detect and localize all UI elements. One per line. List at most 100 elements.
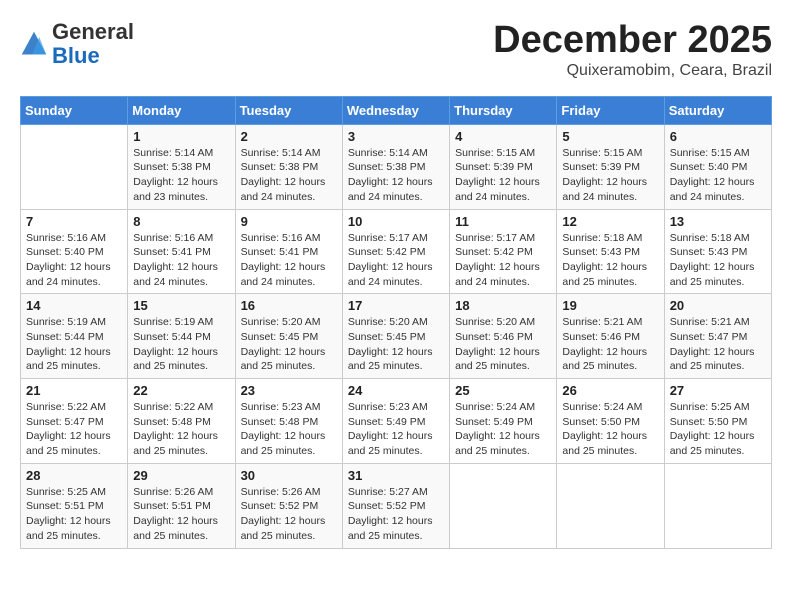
calendar-cell: 17 Sunrise: 5:20 AM Sunset: 5:45 PM Dayl… xyxy=(342,294,449,379)
cell-info: Sunrise: 5:17 AM Sunset: 5:42 PM Dayligh… xyxy=(455,231,551,290)
daylight-text: Daylight: 12 hours and 24 minutes. xyxy=(133,261,218,288)
calendar-cell: 24 Sunrise: 5:23 AM Sunset: 5:49 PM Dayl… xyxy=(342,379,449,464)
calendar-cell: 26 Sunrise: 5:24 AM Sunset: 5:50 PM Dayl… xyxy=(557,379,664,464)
calendar-cell: 23 Sunrise: 5:23 AM Sunset: 5:48 PM Dayl… xyxy=(235,379,342,464)
daylight-text: Daylight: 12 hours and 24 minutes. xyxy=(455,176,540,203)
day-number: 22 xyxy=(133,383,229,398)
daylight-text: Daylight: 12 hours and 25 minutes. xyxy=(348,346,433,373)
header-thursday: Thursday xyxy=(450,96,557,124)
cell-info: Sunrise: 5:22 AM Sunset: 5:47 PM Dayligh… xyxy=(26,400,122,459)
day-number: 21 xyxy=(26,383,122,398)
cell-info: Sunrise: 5:21 AM Sunset: 5:47 PM Dayligh… xyxy=(670,315,766,374)
daylight-text: Daylight: 12 hours and 24 minutes. xyxy=(348,261,433,288)
page-header: General Blue December 2025 Quixeramobim,… xyxy=(20,20,772,80)
calendar-cell xyxy=(450,463,557,548)
day-number: 8 xyxy=(133,214,229,229)
calendar-week-5: 28 Sunrise: 5:25 AM Sunset: 5:51 PM Dayl… xyxy=(21,463,772,548)
location-subtitle: Quixeramobim, Ceara, Brazil xyxy=(493,62,772,80)
sunrise-text: Sunrise: 5:21 AM xyxy=(670,316,750,328)
calendar-cell: 13 Sunrise: 5:18 AM Sunset: 5:43 PM Dayl… xyxy=(664,209,771,294)
calendar-cell: 28 Sunrise: 5:25 AM Sunset: 5:51 PM Dayl… xyxy=(21,463,128,548)
sunrise-text: Sunrise: 5:15 AM xyxy=(455,147,535,159)
daylight-text: Daylight: 12 hours and 25 minutes. xyxy=(133,430,218,457)
sunrise-text: Sunrise: 5:24 AM xyxy=(562,401,642,413)
daylight-text: Daylight: 12 hours and 24 minutes. xyxy=(348,176,433,203)
daylight-text: Daylight: 12 hours and 25 minutes. xyxy=(348,515,433,542)
logo-icon xyxy=(20,30,48,58)
sunrise-text: Sunrise: 5:24 AM xyxy=(455,401,535,413)
sunset-text: Sunset: 5:43 PM xyxy=(562,246,640,258)
sunset-text: Sunset: 5:41 PM xyxy=(133,246,211,258)
daylight-text: Daylight: 12 hours and 25 minutes. xyxy=(455,430,540,457)
cell-info: Sunrise: 5:22 AM Sunset: 5:48 PM Dayligh… xyxy=(133,400,229,459)
sunrise-text: Sunrise: 5:27 AM xyxy=(348,486,428,498)
daylight-text: Daylight: 12 hours and 25 minutes. xyxy=(670,430,755,457)
day-number: 7 xyxy=(26,214,122,229)
sunset-text: Sunset: 5:51 PM xyxy=(133,500,211,512)
calendar-week-2: 7 Sunrise: 5:16 AM Sunset: 5:40 PM Dayli… xyxy=(21,209,772,294)
sunset-text: Sunset: 5:39 PM xyxy=(455,161,533,173)
cell-info: Sunrise: 5:17 AM Sunset: 5:42 PM Dayligh… xyxy=(348,231,444,290)
cell-info: Sunrise: 5:24 AM Sunset: 5:50 PM Dayligh… xyxy=(562,400,658,459)
day-number: 9 xyxy=(241,214,337,229)
sunrise-text: Sunrise: 5:25 AM xyxy=(670,401,750,413)
day-number: 30 xyxy=(241,468,337,483)
cell-info: Sunrise: 5:27 AM Sunset: 5:52 PM Dayligh… xyxy=(348,485,444,544)
day-number: 12 xyxy=(562,214,658,229)
calendar-cell: 25 Sunrise: 5:24 AM Sunset: 5:49 PM Dayl… xyxy=(450,379,557,464)
cell-info: Sunrise: 5:19 AM Sunset: 5:44 PM Dayligh… xyxy=(26,315,122,374)
calendar-cell: 7 Sunrise: 5:16 AM Sunset: 5:40 PM Dayli… xyxy=(21,209,128,294)
daylight-text: Daylight: 12 hours and 24 minutes. xyxy=(241,176,326,203)
day-number: 20 xyxy=(670,298,766,313)
sunrise-text: Sunrise: 5:18 AM xyxy=(562,232,642,244)
daylight-text: Daylight: 12 hours and 25 minutes. xyxy=(670,261,755,288)
calendar-cell: 15 Sunrise: 5:19 AM Sunset: 5:44 PM Dayl… xyxy=(128,294,235,379)
calendar-week-4: 21 Sunrise: 5:22 AM Sunset: 5:47 PM Dayl… xyxy=(21,379,772,464)
sunset-text: Sunset: 5:48 PM xyxy=(241,416,319,428)
cell-info: Sunrise: 5:21 AM Sunset: 5:46 PM Dayligh… xyxy=(562,315,658,374)
sunset-text: Sunset: 5:44 PM xyxy=(133,331,211,343)
cell-info: Sunrise: 5:14 AM Sunset: 5:38 PM Dayligh… xyxy=(348,146,444,205)
sunset-text: Sunset: 5:40 PM xyxy=(26,246,104,258)
day-number: 10 xyxy=(348,214,444,229)
calendar-cell: 6 Sunrise: 5:15 AM Sunset: 5:40 PM Dayli… xyxy=(664,124,771,209)
daylight-text: Daylight: 12 hours and 25 minutes. xyxy=(133,515,218,542)
daylight-text: Daylight: 12 hours and 25 minutes. xyxy=(670,346,755,373)
sunset-text: Sunset: 5:49 PM xyxy=(348,416,426,428)
sunset-text: Sunset: 5:42 PM xyxy=(348,246,426,258)
calendar-cell: 11 Sunrise: 5:17 AM Sunset: 5:42 PM Dayl… xyxy=(450,209,557,294)
sunset-text: Sunset: 5:39 PM xyxy=(562,161,640,173)
cell-info: Sunrise: 5:26 AM Sunset: 5:52 PM Dayligh… xyxy=(241,485,337,544)
sunrise-text: Sunrise: 5:25 AM xyxy=(26,486,106,498)
cell-info: Sunrise: 5:15 AM Sunset: 5:40 PM Dayligh… xyxy=(670,146,766,205)
header-friday: Friday xyxy=(557,96,664,124)
sunrise-text: Sunrise: 5:17 AM xyxy=(348,232,428,244)
calendar-cell: 5 Sunrise: 5:15 AM Sunset: 5:39 PM Dayli… xyxy=(557,124,664,209)
day-number: 2 xyxy=(241,129,337,144)
calendar-week-1: 1 Sunrise: 5:14 AM Sunset: 5:38 PM Dayli… xyxy=(21,124,772,209)
sunrise-text: Sunrise: 5:17 AM xyxy=(455,232,535,244)
sunset-text: Sunset: 5:38 PM xyxy=(348,161,426,173)
sunset-text: Sunset: 5:43 PM xyxy=(670,246,748,258)
sunset-text: Sunset: 5:47 PM xyxy=(670,331,748,343)
sunrise-text: Sunrise: 5:20 AM xyxy=(348,316,428,328)
daylight-text: Daylight: 12 hours and 25 minutes. xyxy=(562,346,647,373)
day-number: 14 xyxy=(26,298,122,313)
calendar-cell: 19 Sunrise: 5:21 AM Sunset: 5:46 PM Dayl… xyxy=(557,294,664,379)
sunset-text: Sunset: 5:44 PM xyxy=(26,331,104,343)
sunset-text: Sunset: 5:52 PM xyxy=(241,500,319,512)
header-monday: Monday xyxy=(128,96,235,124)
daylight-text: Daylight: 12 hours and 25 minutes. xyxy=(241,346,326,373)
sunrise-text: Sunrise: 5:22 AM xyxy=(26,401,106,413)
sunrise-text: Sunrise: 5:18 AM xyxy=(670,232,750,244)
calendar-cell: 29 Sunrise: 5:26 AM Sunset: 5:51 PM Dayl… xyxy=(128,463,235,548)
daylight-text: Daylight: 12 hours and 25 minutes. xyxy=(26,430,111,457)
sunset-text: Sunset: 5:42 PM xyxy=(455,246,533,258)
daylight-text: Daylight: 12 hours and 25 minutes. xyxy=(241,515,326,542)
cell-info: Sunrise: 5:16 AM Sunset: 5:41 PM Dayligh… xyxy=(133,231,229,290)
daylight-text: Daylight: 12 hours and 25 minutes. xyxy=(348,430,433,457)
calendar-cell xyxy=(557,463,664,548)
day-number: 29 xyxy=(133,468,229,483)
sunset-text: Sunset: 5:40 PM xyxy=(670,161,748,173)
day-number: 26 xyxy=(562,383,658,398)
